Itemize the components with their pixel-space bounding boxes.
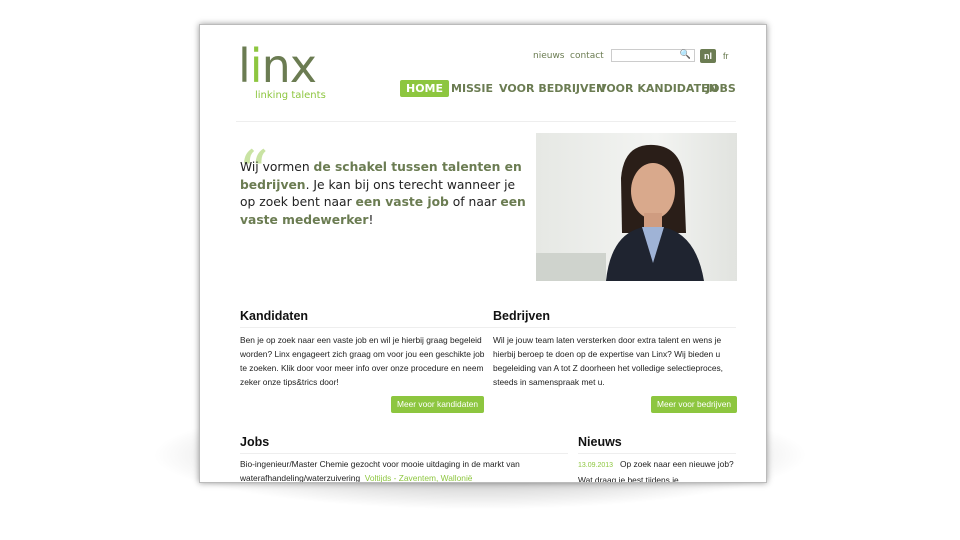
link-nieuws[interactable]: nieuws	[533, 51, 565, 61]
jobs-heading: Jobs	[240, 435, 568, 454]
intro-text: Wij vormen de schakel tussen talenten en…	[240, 160, 526, 227]
news-item[interactable]: 13.09.2013 Op zoek naar een nieuwe job? …	[578, 457, 743, 482]
logo-nx: nx	[261, 39, 317, 93]
job-item[interactable]: Bio-ingenieur/Master Chemie gezocht voor…	[240, 457, 540, 483]
logo[interactable]: linx	[238, 43, 317, 89]
lang-nl[interactable]: nl	[700, 49, 716, 63]
job-meta: Voltijds - Zaventem, Wallonië	[364, 473, 473, 483]
logo-l: l	[238, 39, 251, 93]
meer-voor-bedrijven-button[interactable]: Meer voor bedrijven	[651, 396, 738, 413]
website-frame: linx linking talents nieuws contact 🔍 nl…	[199, 24, 767, 483]
search-icon[interactable]: 🔍	[680, 49, 691, 60]
meer-voor-kandidaten-button[interactable]: Meer voor kandidaten	[391, 396, 485, 413]
nav-jobs[interactable]: JOBS	[706, 80, 736, 97]
nav-home[interactable]: HOME	[400, 80, 450, 97]
nav-voor-kandidaten[interactable]: VOOR KANDIDATEN	[598, 80, 718, 97]
header-divider	[236, 121, 736, 122]
kandidaten-text: Ben je op zoek naar een vaste job en wil…	[240, 335, 485, 387]
nieuws-heading: Nieuws	[578, 435, 736, 454]
news-date: 13.09.2013	[578, 462, 614, 469]
nav-missie[interactable]: MISSIE	[451, 80, 493, 97]
link-contact[interactable]: contact	[570, 51, 604, 61]
logo-i: i	[249, 39, 263, 93]
bedrijven-text: Wil je jouw team laten versterken door e…	[493, 335, 724, 387]
search-input[interactable]: 🔍	[611, 49, 695, 62]
hero-photo	[536, 133, 737, 281]
lang-fr[interactable]: fr	[723, 51, 729, 61]
logo-tagline: linking talents	[255, 90, 326, 101]
bedrijven-heading: Bedrijven	[493, 309, 736, 328]
nav-voor-bedrijven[interactable]: VOOR BEDRIJVEN	[499, 80, 605, 97]
